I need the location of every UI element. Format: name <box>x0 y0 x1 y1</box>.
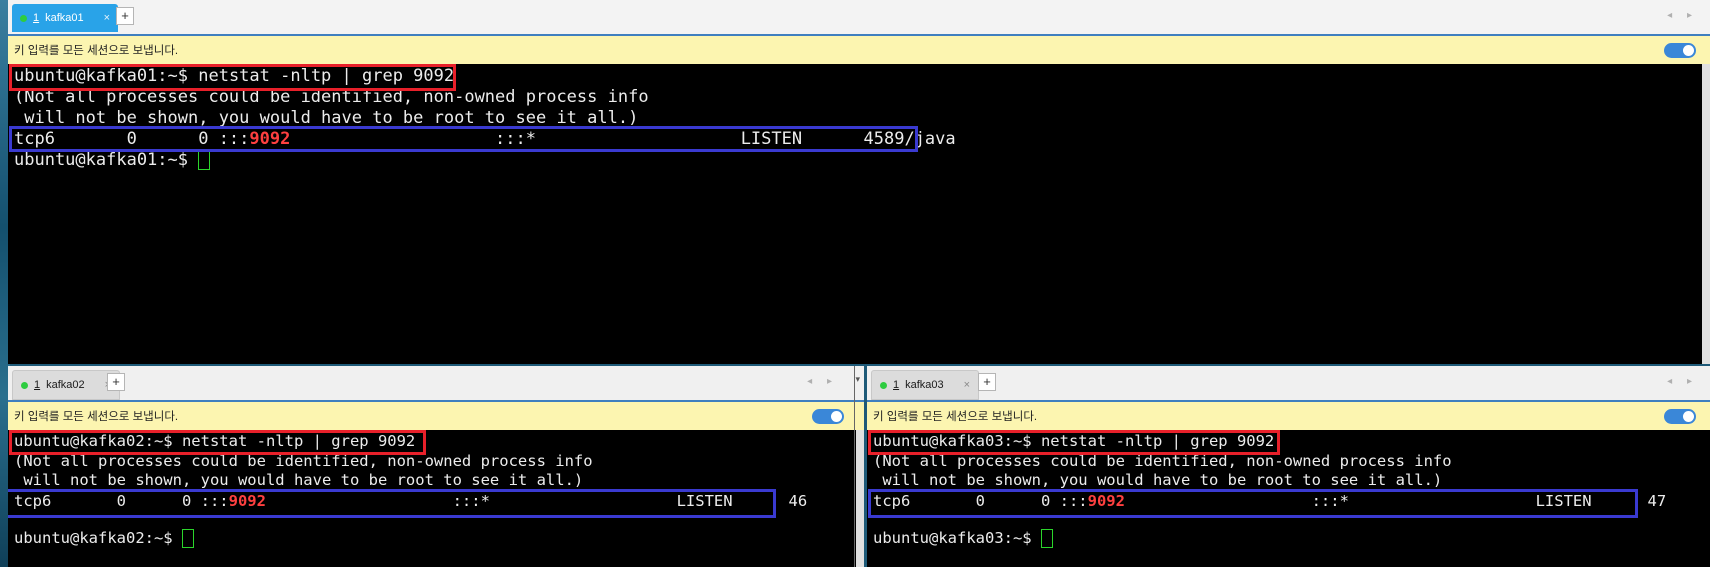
cursor <box>181 529 194 548</box>
broadcast-toggle[interactable] <box>1664 43 1696 58</box>
tab-label: kafka01 <box>45 12 84 24</box>
warning-line-2: will not be shown, you would have to be … <box>14 471 584 489</box>
tab-bar: 1 kafka01 × + ◂ ▸ <box>8 0 1710 36</box>
broadcast-input-bar: 키 입력를 모든 세션으로 보냅니다. <box>8 402 864 430</box>
command-highlight-box <box>868 430 1280 455</box>
tab-number: 1 <box>893 379 900 391</box>
tab-kafka02[interactable]: 1 kafka02 × <box>12 370 121 400</box>
session-pane-kafka03[interactable]: 1 kafka03 × + ◂ ▸ 키 입력를 모든 세션으로 보냅니다. ub… <box>867 366 1710 567</box>
prompt: ubuntu@kafka01:~$ <box>14 150 199 170</box>
prompt-line: ubuntu@kafka03:~$ <box>873 529 1053 548</box>
close-tab-icon[interactable]: × <box>104 12 110 24</box>
cursor <box>1040 529 1053 548</box>
result-highlight-box <box>868 489 1638 518</box>
broadcast-toggle[interactable] <box>1664 409 1696 424</box>
tab-label: kafka03 <box>905 379 944 391</box>
scrollbar[interactable] <box>856 430 864 567</box>
chevron-down-icon[interactable]: ▾ <box>855 374 860 385</box>
tab-scroll-arrows-icon[interactable]: ◂ ▸ <box>807 376 838 387</box>
new-tab-button[interactable]: + <box>107 373 125 391</box>
tab-bar: 1 kafka02 × + ◂ ▸ ▾ <box>8 366 864 402</box>
connected-status-icon <box>20 14 27 22</box>
broadcast-input-bar: 키 입력를 모든 세션으로 보냅니다. <box>8 36 1710 64</box>
prompt: ubuntu@kafka03:~$ <box>873 529 1041 547</box>
tab-number: 1 <box>34 379 41 391</box>
scrollbar[interactable] <box>1702 64 1710 364</box>
broadcast-input-bar: 키 입력를 모든 세션으로 보냅니다. <box>867 402 1710 430</box>
terminal-output[interactable]: ubuntu@kafka02:~$ netstat -nltp | grep 9… <box>8 430 864 567</box>
broadcast-message: 키 입력를 모든 세션으로 보냅니다. <box>873 411 1038 423</box>
command-highlight-box <box>9 430 426 455</box>
result-highlight-box <box>8 489 776 518</box>
terminal-output[interactable]: ubuntu@kafka01:~$ netstat -nltp | grep 9… <box>8 64 1710 364</box>
prompt: ubuntu@kafka02:~$ <box>14 529 182 547</box>
result-highlight-box <box>9 126 918 152</box>
warning-line-2: will not be shown, you would have to be … <box>14 108 639 128</box>
broadcast-message: 키 입력를 모든 세션으로 보냅니다. <box>14 411 179 423</box>
cursor <box>198 150 211 170</box>
tab-bar: 1 kafka03 × + ◂ ▸ <box>867 366 1710 402</box>
new-tab-button[interactable]: + <box>978 373 996 391</box>
tab-number: 1 <box>33 12 40 24</box>
tab-kafka03[interactable]: 1 kafka03 × <box>871 370 980 400</box>
prompt-line: ubuntu@kafka02:~$ <box>14 529 194 548</box>
new-tab-button[interactable]: + <box>116 7 134 25</box>
terminal-output[interactable]: ubuntu@kafka03:~$ netstat -nltp | grep 9… <box>867 430 1710 567</box>
tab-label: kafka02 <box>46 379 85 391</box>
broadcast-toggle[interactable] <box>812 409 844 424</box>
tab-scroll-arrows-icon[interactable]: ◂ ▸ <box>1667 10 1698 21</box>
warning-line-2: will not be shown, you would have to be … <box>873 471 1443 489</box>
pane-splitter[interactable] <box>854 366 855 567</box>
tab-scroll-arrows-icon[interactable]: ◂ ▸ <box>1667 376 1698 387</box>
broadcast-message: 키 입력를 모든 세션으로 보냅니다. <box>14 45 179 57</box>
session-pane-kafka02[interactable]: 1 kafka02 × + ◂ ▸ ▾ 키 입력를 모든 세션으로 보냅니다. … <box>8 366 864 567</box>
close-tab-icon[interactable]: × <box>964 379 970 391</box>
prompt-line: ubuntu@kafka01:~$ <box>14 150 211 170</box>
connected-status-icon <box>21 381 28 389</box>
connected-status-icon <box>880 381 887 389</box>
session-pane-kafka01[interactable]: 1 kafka01 × + ◂ ▸ 키 입력를 모든 세션으로 보냅니다. ub… <box>8 0 1710 364</box>
tab-kafka01[interactable]: 1 kafka01 × <box>12 4 119 32</box>
command-highlight-box <box>9 64 456 91</box>
